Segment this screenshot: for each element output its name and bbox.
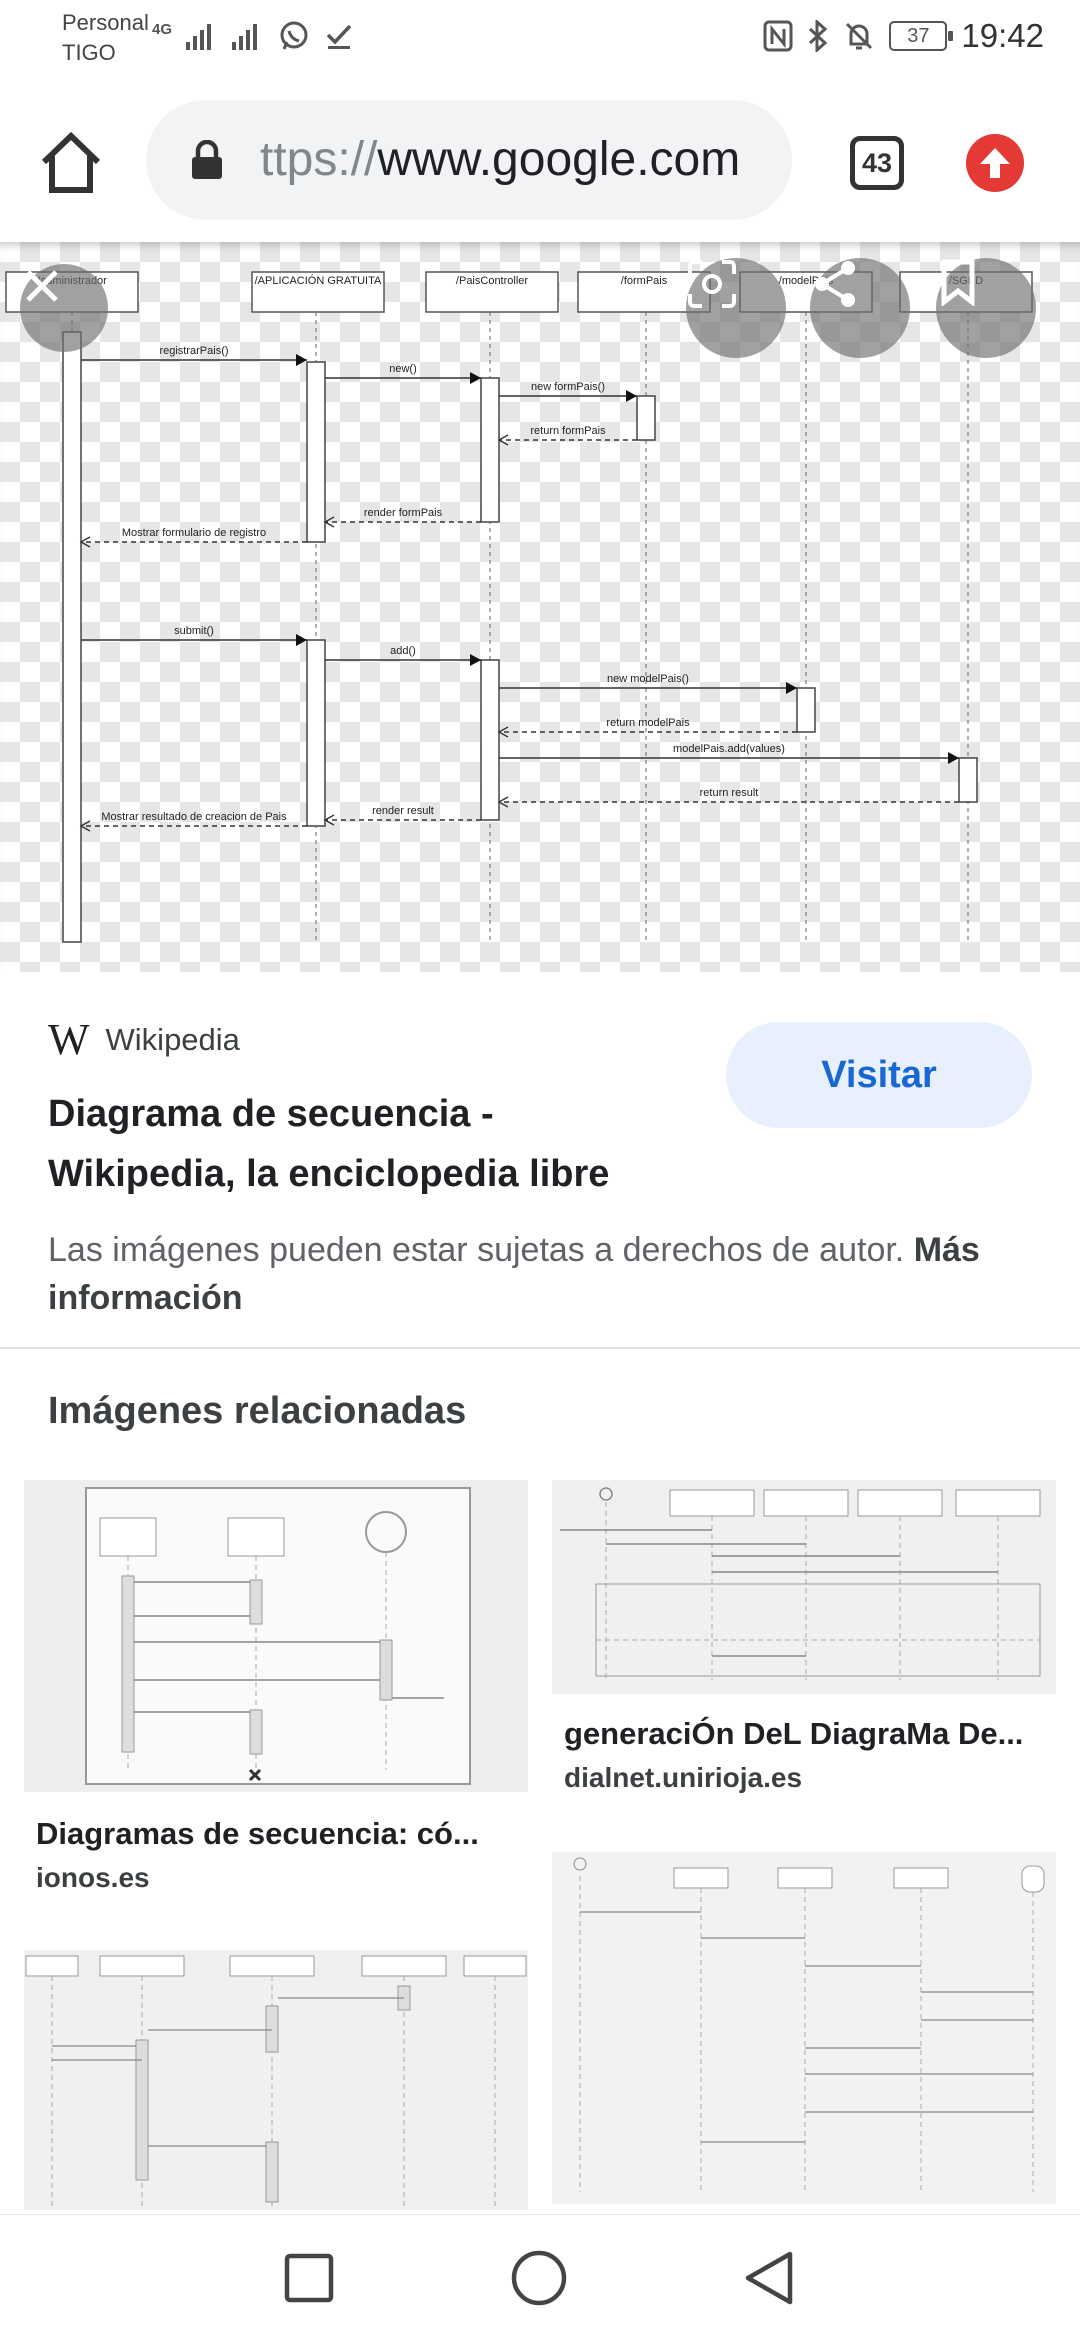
related-card-1-title[interactable]: Diagramas de secuencia: có...: [36, 1816, 516, 1852]
message-arrowhead: [296, 634, 307, 646]
wikipedia-logo-icon: W: [48, 1015, 90, 1064]
message-arrowhead: [948, 752, 959, 764]
message-arrowhead: [296, 354, 307, 366]
home-nav-button[interactable]: [506, 2245, 572, 2311]
message-label: add(): [390, 645, 416, 657]
thumbnail-2-image: [552, 1480, 1056, 1694]
thumbnail-4-image: [552, 1852, 1056, 2204]
message-arrowhead: [470, 654, 481, 666]
source-row: W Wikipedia: [48, 1015, 240, 1064]
activation-bar: [62, 331, 82, 943]
url-scheme: ttps://: [260, 133, 378, 186]
update-button[interactable]: [966, 134, 1024, 192]
lens-search-button[interactable]: [686, 258, 786, 358]
carrier-info: Personal TIGO: [62, 8, 149, 68]
back-triangle-icon: [745, 2251, 793, 2305]
home-circle-icon: [511, 2250, 567, 2306]
sequence-diagram-image: /administrador/APLICACIÓN GRATUITA/PaisC…: [5, 271, 1033, 943]
source-name: Wikipedia: [105, 1022, 240, 1057]
share-icon: [815, 261, 855, 307]
mute-bell-icon: [846, 22, 873, 50]
nfc-icon: [763, 20, 793, 52]
activation-bar: [306, 361, 326, 543]
status-icons-left: 4G: [152, 14, 354, 58]
activation-bar: [958, 757, 978, 803]
message-label: return modelPais: [606, 717, 690, 729]
related-thumbnail-3[interactable]: [24, 1950, 528, 2210]
bluetooth-icon: [809, 20, 828, 52]
message-label: modelPais.add(values): [673, 743, 785, 755]
close-viewer-button[interactable]: [20, 264, 108, 352]
message-label: new formPais(): [531, 381, 605, 393]
message-label: render formPais: [364, 507, 443, 519]
signal-1-icon: [186, 24, 212, 50]
copyright-notice: Las imágenes pueden estar sujetas a dere…: [48, 1226, 1008, 1322]
message-label: Mostrar resultado de creacion de Pais: [101, 811, 287, 823]
message-arrowhead: [786, 682, 797, 694]
home-button[interactable]: [36, 128, 106, 198]
message-label: return formPais: [530, 425, 606, 437]
url-text[interactable]: ttps://www.google.com: [260, 130, 740, 190]
activation-bar: [480, 659, 500, 821]
save-collection-button[interactable]: [936, 258, 1036, 358]
activation-bar: [306, 639, 326, 827]
close-icon: [26, 270, 58, 302]
activation-bar: [636, 395, 656, 441]
message-label: submit(): [174, 625, 214, 637]
message-arrowhead: [470, 372, 481, 384]
arrow-up-icon: [980, 148, 1010, 178]
carrier-name-1: Personal: [62, 10, 149, 35]
lens-icon: [688, 260, 736, 308]
thumbnail-1-image: [85, 1487, 471, 1785]
related-card-2-title[interactable]: generaciÓn DeL DiagraMa De...: [564, 1716, 1044, 1752]
message-label: registrarPais(): [159, 345, 228, 357]
related-thumbnail-4[interactable]: [552, 1852, 1056, 2204]
result-title[interactable]: Diagrama de secuencia - Wikipedia, la en…: [48, 1084, 688, 1204]
bookmark-icon: [941, 259, 975, 306]
thumbnail-3-image: [24, 1950, 528, 2210]
download-done-icon: [326, 24, 352, 49]
tab-switcher-button[interactable]: 43: [850, 136, 904, 190]
related-card-2-domain: dialnet.unirioja.es: [564, 1762, 803, 1793]
message-arrowhead: [626, 390, 637, 402]
message-label: render result: [372, 805, 434, 817]
divider: [0, 1347, 1080, 1349]
whatsapp-icon: [280, 21, 308, 50]
network-type-label: 4G: [152, 20, 173, 38]
related-images-heading: Imágenes relacionadas: [48, 1390, 467, 1432]
back-button[interactable]: [736, 2245, 802, 2311]
message-label: new modelPais(): [607, 673, 689, 685]
message-label: return result: [700, 787, 759, 799]
home-icon: [41, 131, 101, 193]
battery-icon: 37: [889, 21, 954, 51]
carrier-name-2: TIGO: [62, 40, 116, 65]
lifeline-label: /formPais: [621, 275, 668, 287]
related-thumbnail-2[interactable]: [552, 1480, 1056, 1694]
image-viewer[interactable]: /administrador/APLICACIÓN GRATUITA/PaisC…: [0, 242, 1080, 972]
status-icons-right: 37 19:42: [763, 14, 1044, 58]
status-bar: Personal TIGO 4G 37 19:42: [0, 0, 1080, 80]
system-navigation-bar: [0, 2214, 1080, 2340]
url-host: www.google.com: [377, 133, 741, 186]
activation-bar: [480, 377, 500, 523]
message-label: Mostrar formulario de registro: [122, 527, 266, 539]
lifeline-label: /PaisController: [456, 275, 528, 287]
address-bar[interactable]: ttps://www.google.com: [146, 100, 792, 220]
related-card-1-domain: ionos.es: [36, 1862, 150, 1893]
visit-button[interactable]: Visitar: [726, 1022, 1032, 1128]
activation-bar: [796, 687, 816, 733]
lock-icon: [190, 139, 224, 185]
recents-square-icon: [284, 2253, 334, 2303]
related-thumbnail-1[interactable]: [24, 1480, 528, 1792]
share-button[interactable]: [810, 258, 910, 358]
clock: 19:42: [961, 17, 1044, 54]
message-label: new(): [389, 363, 417, 375]
copyright-text: Las imágenes pueden estar sujetas a dere…: [48, 1231, 905, 1269]
recents-button[interactable]: [276, 2245, 342, 2311]
signal-2-icon: [232, 24, 258, 50]
browser-toolbar: ttps://www.google.com 43: [0, 82, 1080, 242]
lifeline-label: /APLICACIÓN GRATUITA: [255, 274, 382, 287]
